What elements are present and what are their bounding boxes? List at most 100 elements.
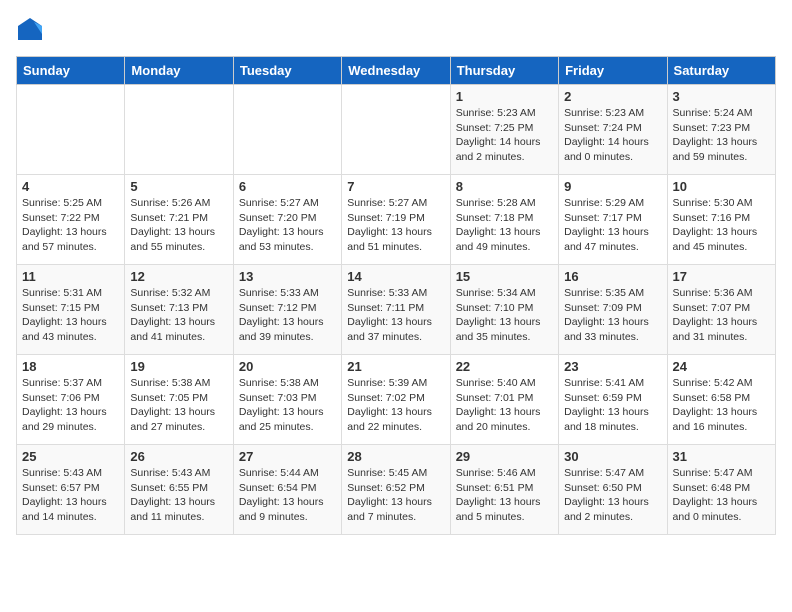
day-info: Sunrise: 5:44 AM Sunset: 6:54 PM Dayligh…	[239, 466, 336, 525]
calendar-cell: 21Sunrise: 5:39 AM Sunset: 7:02 PM Dayli…	[342, 355, 450, 445]
day-number: 24	[673, 359, 770, 374]
day-number: 15	[456, 269, 553, 284]
day-info: Sunrise: 5:41 AM Sunset: 6:59 PM Dayligh…	[564, 376, 661, 435]
day-number: 3	[673, 89, 770, 104]
day-info: Sunrise: 5:24 AM Sunset: 7:23 PM Dayligh…	[673, 106, 770, 165]
weekday-header-sunday: Sunday	[17, 57, 125, 85]
calendar-cell: 11 Sunrise: 5:31 AM Sunset: 7:15 PM Dayli…	[17, 265, 125, 355]
day-info: Sunrise: 5:32 AM Sunset: 7:13 PM Dayligh…	[130, 286, 227, 345]
calendar-cell: 23 Sunrise: 5:41 AM Sunset: 6:59 PM Dayli…	[559, 355, 667, 445]
calendar-cell	[17, 85, 125, 175]
day-info: Sunrise: 5:43 AM Sunset: 6:55 PM Dayligh…	[130, 466, 227, 525]
day-number: 28	[347, 449, 444, 464]
calendar-cell: 18 Sunrise: 5:37 AM Sunset: 7:06 PM Dayli…	[17, 355, 125, 445]
day-info: Sunrise: 5:37 AM Sunset: 7:06 PM Dayligh…	[22, 376, 119, 435]
day-number: 27	[239, 449, 336, 464]
day-number: 22	[456, 359, 553, 374]
calendar-cell: 8Sunrise: 5:28 AM Sunset: 7:18 PM Daylig…	[450, 175, 558, 265]
calendar-cell: 5 Sunrise: 5:26 AM Sunset: 7:21 PM Daylig…	[125, 175, 233, 265]
day-number: 19	[130, 359, 227, 374]
day-info: Sunrise: 5:36 AM Sunset: 7:07 PM Dayligh…	[673, 286, 770, 345]
calendar-cell: 19 Sunrise: 5:38 AM Sunset: 7:05 PM Dayli…	[125, 355, 233, 445]
day-number: 29	[456, 449, 553, 464]
calendar-week-1: 1Sunrise: 5:23 AM Sunset: 7:25 PM Daylig…	[17, 85, 776, 175]
calendar-cell	[125, 85, 233, 175]
calendar-cell: 12 Sunrise: 5:32 AM Sunset: 7:13 PM Dayli…	[125, 265, 233, 355]
day-info: Sunrise: 5:26 AM Sunset: 7:21 PM Dayligh…	[130, 196, 227, 255]
day-info: Sunrise: 5:34 AM Sunset: 7:10 PM Dayligh…	[456, 286, 553, 345]
day-info: Sunrise: 5:33 AM Sunset: 7:12 PM Dayligh…	[239, 286, 336, 345]
calendar-table: SundayMondayTuesdayWednesdayThursdayFrid…	[16, 56, 776, 535]
weekday-header-monday: Monday	[125, 57, 233, 85]
day-number: 25	[22, 449, 119, 464]
day-info: Sunrise: 5:29 AM Sunset: 7:17 PM Dayligh…	[564, 196, 661, 255]
day-info: Sunrise: 5:33 AM Sunset: 7:11 PM Dayligh…	[347, 286, 444, 345]
day-info: Sunrise: 5:46 AM Sunset: 6:51 PM Dayligh…	[456, 466, 553, 525]
weekday-header-saturday: Saturday	[667, 57, 775, 85]
weekday-header-thursday: Thursday	[450, 57, 558, 85]
calendar-cell: 29 Sunrise: 5:46 AM Sunset: 6:51 PM Dayli…	[450, 445, 558, 535]
day-number: 5	[130, 179, 227, 194]
calendar-cell: 6Sunrise: 5:27 AM Sunset: 7:20 PM Daylig…	[233, 175, 341, 265]
day-number: 20	[239, 359, 336, 374]
day-number: 7	[347, 179, 444, 194]
day-info: Sunrise: 5:35 AM Sunset: 7:09 PM Dayligh…	[564, 286, 661, 345]
calendar-week-2: 4 Sunrise: 5:25 AM Sunset: 7:22 PM Daylig…	[17, 175, 776, 265]
day-number: 18	[22, 359, 119, 374]
calendar-cell: 13 Sunrise: 5:33 AM Sunset: 7:12 PM Dayli…	[233, 265, 341, 355]
calendar-cell: 2 Sunrise: 5:23 AM Sunset: 7:24 PM Daylig…	[559, 85, 667, 175]
day-number: 12	[130, 269, 227, 284]
day-number: 17	[673, 269, 770, 284]
calendar-cell: 9 Sunrise: 5:29 AM Sunset: 7:17 PM Daylig…	[559, 175, 667, 265]
weekday-header-wednesday: Wednesday	[342, 57, 450, 85]
calendar-cell: 1Sunrise: 5:23 AM Sunset: 7:25 PM Daylig…	[450, 85, 558, 175]
day-info: Sunrise: 5:47 AM Sunset: 6:50 PM Dayligh…	[564, 466, 661, 525]
day-number: 31	[673, 449, 770, 464]
day-info: Sunrise: 5:23 AM Sunset: 7:25 PM Dayligh…	[456, 106, 553, 165]
day-number: 16	[564, 269, 661, 284]
day-number: 30	[564, 449, 661, 464]
calendar-cell: 26 Sunrise: 5:43 AM Sunset: 6:55 PM Dayli…	[125, 445, 233, 535]
calendar-cell: 4 Sunrise: 5:25 AM Sunset: 7:22 PM Daylig…	[17, 175, 125, 265]
calendar-cell: 25 Sunrise: 5:43 AM Sunset: 6:57 PM Dayli…	[17, 445, 125, 535]
day-number: 13	[239, 269, 336, 284]
day-info: Sunrise: 5:31 AM Sunset: 7:15 PM Dayligh…	[22, 286, 119, 345]
calendar-cell: 3 Sunrise: 5:24 AM Sunset: 7:23 PM Daylig…	[667, 85, 775, 175]
day-number: 4	[22, 179, 119, 194]
day-number: 11	[22, 269, 119, 284]
calendar-cell: 14 Sunrise: 5:33 AM Sunset: 7:11 PM Dayli…	[342, 265, 450, 355]
calendar-cell: 16 Sunrise: 5:35 AM Sunset: 7:09 PM Dayli…	[559, 265, 667, 355]
day-number: 2	[564, 89, 661, 104]
day-info: Sunrise: 5:25 AM Sunset: 7:22 PM Dayligh…	[22, 196, 119, 255]
day-number: 10	[673, 179, 770, 194]
day-number: 23	[564, 359, 661, 374]
day-info: Sunrise: 5:38 AM Sunset: 7:05 PM Dayligh…	[130, 376, 227, 435]
calendar-cell: 28 Sunrise: 5:45 AM Sunset: 6:52 PM Dayli…	[342, 445, 450, 535]
day-number: 14	[347, 269, 444, 284]
day-number: 26	[130, 449, 227, 464]
calendar-week-5: 25 Sunrise: 5:43 AM Sunset: 6:57 PM Dayli…	[17, 445, 776, 535]
calendar-cell: 15 Sunrise: 5:34 AM Sunset: 7:10 PM Dayli…	[450, 265, 558, 355]
weekday-header-friday: Friday	[559, 57, 667, 85]
page-header	[16, 16, 776, 44]
calendar-cell: 31 Sunrise: 5:47 AM Sunset: 6:48 PM Dayli…	[667, 445, 775, 535]
calendar-week-4: 18 Sunrise: 5:37 AM Sunset: 7:06 PM Dayli…	[17, 355, 776, 445]
calendar-cell: 17 Sunrise: 5:36 AM Sunset: 7:07 PM Dayli…	[667, 265, 775, 355]
day-info: Sunrise: 5:38 AM Sunset: 7:03 PM Dayligh…	[239, 376, 336, 435]
day-info: Sunrise: 5:23 AM Sunset: 7:24 PM Dayligh…	[564, 106, 661, 165]
day-number: 8	[456, 179, 553, 194]
calendar-cell: 7 Sunrise: 5:27 AM Sunset: 7:19 PM Daylig…	[342, 175, 450, 265]
weekday-header-row: SundayMondayTuesdayWednesdayThursdayFrid…	[17, 57, 776, 85]
logo	[16, 16, 48, 44]
day-number: 9	[564, 179, 661, 194]
day-info: Sunrise: 5:42 AM Sunset: 6:58 PM Dayligh…	[673, 376, 770, 435]
calendar-cell: 22Sunrise: 5:40 AM Sunset: 7:01 PM Dayli…	[450, 355, 558, 445]
calendar-cell: 24 Sunrise: 5:42 AM Sunset: 6:58 PM Dayli…	[667, 355, 775, 445]
day-info: Sunrise: 5:43 AM Sunset: 6:57 PM Dayligh…	[22, 466, 119, 525]
calendar-cell: 30 Sunrise: 5:47 AM Sunset: 6:50 PM Dayli…	[559, 445, 667, 535]
calendar-cell: 10Sunrise: 5:30 AM Sunset: 7:16 PM Dayli…	[667, 175, 775, 265]
day-info: Sunrise: 5:47 AM Sunset: 6:48 PM Dayligh…	[673, 466, 770, 525]
calendar-cell	[342, 85, 450, 175]
day-info: Sunrise: 5:27 AM Sunset: 7:19 PM Dayligh…	[347, 196, 444, 255]
day-info: Sunrise: 5:45 AM Sunset: 6:52 PM Dayligh…	[347, 466, 444, 525]
